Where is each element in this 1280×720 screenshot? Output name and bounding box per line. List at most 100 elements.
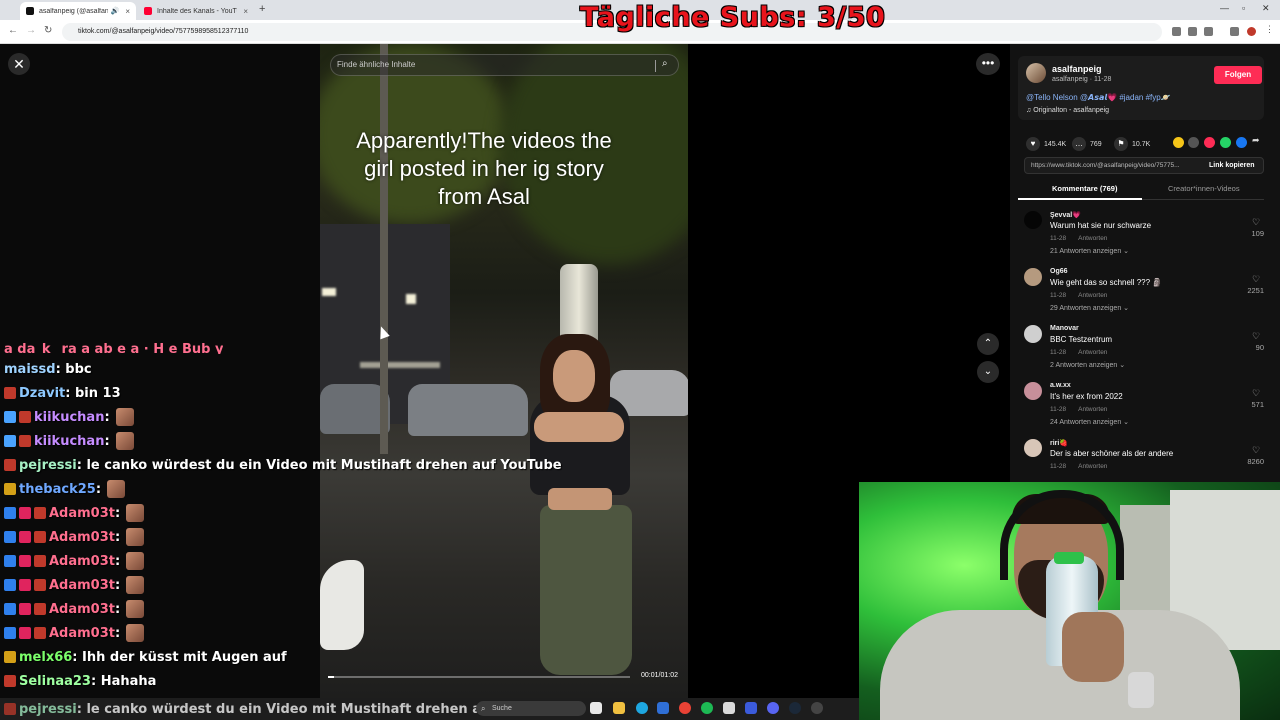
comment-heart-icon[interactable]: ♡	[1252, 274, 1260, 285]
comment-avatar[interactable]	[1024, 211, 1042, 229]
extensions-icon[interactable]	[1230, 27, 1239, 36]
follow-button[interactable]: Folgen	[1214, 66, 1262, 84]
chrome-icon[interactable]	[679, 702, 691, 714]
tab-creator-videos[interactable]: Creator*innen-Videos	[1168, 184, 1240, 193]
bookmark-star-icon[interactable]	[1204, 27, 1213, 36]
chat-username: Adam03t	[49, 601, 115, 617]
copy-link-button[interactable]: Link kopieren	[1209, 162, 1255, 169]
new-tab-button[interactable]: +	[259, 3, 265, 15]
video-person-hands	[534, 412, 624, 442]
menu-dots-icon[interactable]: ⋮	[1265, 24, 1274, 34]
comment-username[interactable]: a.w.xx	[1050, 382, 1071, 389]
comment-avatar[interactable]	[1024, 382, 1042, 400]
search-icon[interactable]: ⌕	[662, 58, 668, 69]
comment-heart-icon[interactable]: ♡	[1252, 445, 1260, 456]
close-window-icon[interactable]: ✕	[1262, 3, 1270, 14]
video-link-url[interactable]: https://www.tiktok.com/@asalfanpeig/vide…	[1031, 162, 1201, 169]
comment-avatar[interactable]	[1024, 439, 1042, 457]
sound-link[interactable]: ♫ Originalton - asalfanpeig	[1026, 107, 1109, 114]
likes-stat[interactable]: ♥ 145.4K	[1026, 137, 1066, 151]
comment-avatar[interactable]	[1024, 268, 1042, 286]
tab-tiktok[interactable]: asalfanpeig (@asalfanpeig) | TikTok 🔊 ×	[20, 2, 136, 20]
chat-badge	[19, 411, 31, 423]
comments-stat[interactable]: … 769	[1072, 137, 1102, 151]
reply-button[interactable]: Antworten	[1078, 292, 1107, 299]
comment-meta: 11-28 Antworten	[1050, 463, 1107, 470]
reply-button[interactable]: Antworten	[1078, 349, 1107, 356]
close-video-button[interactable]: ✕	[8, 53, 30, 75]
video-editor-icon[interactable]	[745, 702, 757, 714]
view-replies-button[interactable]: 24 Antworten anzeigen ⌄	[1050, 418, 1129, 426]
close-tab-icon[interactable]: ×	[119, 7, 130, 16]
chat-badge	[4, 703, 16, 715]
translate-icon[interactable]	[1188, 27, 1197, 36]
creator-username[interactable]: asalfanpeig	[1052, 64, 1102, 74]
comment-like-count: 8260	[1247, 457, 1264, 466]
video-time: 00:01/01:02	[641, 672, 678, 679]
chat-badge	[4, 555, 16, 567]
view-replies-button[interactable]: 29 Antworten anzeigen ⌄	[1050, 304, 1129, 312]
chat-badge	[34, 531, 46, 543]
similar-content-search[interactable]: Finde ähnliche Inhalte ⌕	[330, 54, 679, 76]
chat-emote	[126, 504, 145, 522]
video-person-belly	[548, 488, 612, 510]
next-video-icon[interactable]: ⌄	[977, 361, 999, 383]
chat-emote	[126, 600, 145, 618]
view-replies-button[interactable]: 21 Antworten anzeigen ⌄	[1050, 247, 1129, 255]
reply-button[interactable]: Antworten	[1078, 235, 1107, 242]
photos-icon[interactable]	[723, 702, 735, 714]
comment-heart-icon[interactable]: ♡	[1252, 217, 1260, 228]
forward-arrow-icon[interactable]: →	[26, 25, 36, 36]
comment-username[interactable]: Şevval💗	[1050, 211, 1081, 219]
taskbar-search[interactable]: ⌕ Suche	[476, 701, 586, 716]
steam-icon[interactable]	[789, 702, 801, 714]
video-progress-fill	[328, 676, 335, 678]
share-arrow-icon[interactable]: ➦	[1252, 135, 1263, 146]
active-tab-underline	[1018, 198, 1142, 200]
video-progress-bar[interactable]	[328, 676, 630, 678]
store-icon[interactable]	[657, 702, 669, 714]
tab-comments[interactable]: Kommentare (769)	[1052, 184, 1117, 193]
minimize-icon[interactable]: —	[1220, 3, 1229, 13]
reply-button[interactable]: Antworten	[1078, 406, 1107, 413]
saves-stat[interactable]: ⚑ 10.7K	[1114, 137, 1150, 151]
install-app-icon[interactable]	[1172, 27, 1181, 36]
maximize-icon[interactable]: ▫	[1242, 3, 1245, 13]
embed-icon[interactable]	[1188, 137, 1199, 148]
comment-heart-icon[interactable]: ♡	[1252, 388, 1260, 399]
speaker-icon: 🔊	[110, 8, 120, 15]
obs-icon[interactable]	[811, 702, 823, 714]
video-shop-light	[360, 362, 440, 368]
comment-username[interactable]: riri🍓	[1050, 439, 1068, 447]
comment-avatar[interactable]	[1024, 325, 1042, 343]
close-tab-icon[interactable]: ×	[237, 7, 248, 16]
reply-button[interactable]: Antworten	[1078, 463, 1107, 470]
view-replies-button[interactable]: 2 Antworten anzeigen ⌄	[1050, 361, 1125, 369]
creator-avatar[interactable]	[1026, 63, 1046, 83]
send-icon[interactable]	[1204, 137, 1215, 148]
more-options-icon[interactable]: •••	[976, 53, 1000, 75]
comment-like-count: 2251	[1247, 286, 1264, 295]
previous-video-icon[interactable]: ⌃	[977, 333, 999, 355]
tab-youtube-studio[interactable]: Inhalte des Kanals - YouTube Studio ×	[138, 2, 254, 20]
repost-icon[interactable]	[1173, 137, 1184, 148]
back-arrow-icon[interactable]: ←	[8, 25, 18, 36]
facebook-icon[interactable]	[1236, 137, 1247, 148]
comment-username[interactable]: Og66	[1050, 268, 1068, 275]
file-explorer-icon[interactable]	[613, 702, 625, 714]
comment-text: Wie geht das so schnell ??? 🗿	[1050, 278, 1163, 287]
spotify-icon[interactable]	[701, 702, 713, 714]
reload-icon[interactable]: ↻	[44, 25, 52, 36]
profile-avatar-icon[interactable]	[1247, 27, 1256, 36]
post-description[interactable]: @Tello Nelson @𝘼𝙨𝙖𝙡💗 #jadan #fyp🪐	[1026, 93, 1171, 102]
comment-username[interactable]: Manovar	[1050, 325, 1079, 332]
whatsapp-icon[interactable]	[1220, 137, 1231, 148]
comment-item: riri🍓 Der is aber schöner als der andere 1…	[1024, 439, 1264, 474]
task-view-icon[interactable]	[590, 702, 602, 714]
discord-icon[interactable]	[767, 702, 779, 714]
chat-username: theback25	[19, 481, 96, 497]
comment-heart-icon[interactable]: ♡	[1252, 331, 1260, 342]
chat-message: Adam03t :	[4, 550, 145, 572]
video-caption: Apparently!The videos the girl posted in…	[356, 128, 612, 209]
edge-icon[interactable]	[636, 702, 648, 714]
